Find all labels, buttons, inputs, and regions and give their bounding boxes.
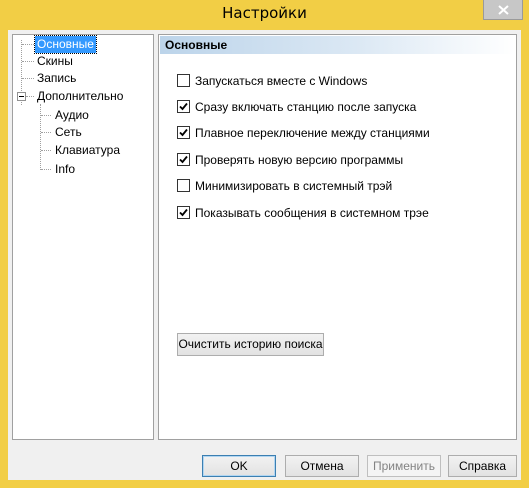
collapse-toggle-icon[interactable] (17, 92, 26, 101)
checkbox-smooth-switch[interactable] (177, 126, 190, 139)
option-label: Проверять новую версию программы (195, 153, 404, 167)
checkbox-tray-messages[interactable] (177, 206, 190, 219)
help-button[interactable]: Справка (448, 455, 517, 477)
cancel-button[interactable]: Отмена (285, 455, 359, 477)
option-label: Плавное переключение между станциями (195, 126, 430, 140)
option-label: Показывать сообщения в системном трэе (195, 206, 429, 220)
checkmark-icon (179, 208, 188, 217)
checkmark-icon (179, 128, 188, 137)
close-button[interactable] (483, 0, 523, 20)
tree-line (22, 61, 34, 62)
tree-line (41, 115, 51, 116)
checkmark-icon (179, 155, 188, 164)
option-label: Минимизировать в системный трэй (195, 179, 393, 193)
tree-line (26, 96, 34, 97)
clear-search-history-button[interactable]: Очистить историю поиска (177, 333, 324, 356)
tree-item-osnovnye[interactable]: Основные (34, 35, 97, 54)
tree-item-audio[interactable]: Аудио (55, 107, 89, 124)
apply-button: Применить (367, 455, 441, 477)
tree-item-set[interactable]: Сеть (55, 124, 82, 141)
checkmark-icon (179, 102, 188, 111)
window-title: Настройки (222, 4, 307, 22)
tree-item-dopolnitelno[interactable]: Дополнительно (37, 88, 123, 105)
tree-item-zapis[interactable]: Запись (37, 70, 76, 87)
tree-item-info[interactable]: Info (55, 161, 75, 178)
panel-header: Основные (160, 36, 515, 54)
title-bar[interactable]: Настройки (0, 0, 529, 30)
checkbox-autoplay[interactable] (177, 100, 190, 113)
option-label: Запускаться вместе с Windows (195, 74, 368, 88)
tree-line (22, 44, 34, 45)
panel-title: Основные (165, 38, 228, 52)
tree-item-skiny[interactable]: Скины (37, 53, 73, 70)
dialog-client-area: Основные Скины Запись Дополнительно Ауди… (8, 30, 521, 480)
tree-line (41, 132, 51, 133)
tree-line (41, 169, 51, 170)
settings-panel: Основные Запускаться вместе с Windows Ср… (158, 34, 517, 440)
ok-button[interactable]: OK (202, 455, 276, 477)
tree-item-klaviatura[interactable]: Клавиатура (55, 142, 120, 159)
checkbox-check-updates[interactable] (177, 153, 190, 166)
tree-line (22, 78, 34, 79)
tree-line (40, 104, 41, 170)
checkbox-minimize-tray[interactable] (177, 179, 190, 192)
checkbox-autostart[interactable] (177, 74, 190, 87)
close-icon (498, 5, 509, 15)
settings-window: Настройки Основные Скины Запись Дополнит… (0, 0, 529, 488)
option-label: Сразу включать станцию после запуска (195, 100, 417, 114)
category-tree[interactable]: Основные Скины Запись Дополнительно Ауди… (12, 34, 154, 440)
tree-line (41, 150, 51, 151)
